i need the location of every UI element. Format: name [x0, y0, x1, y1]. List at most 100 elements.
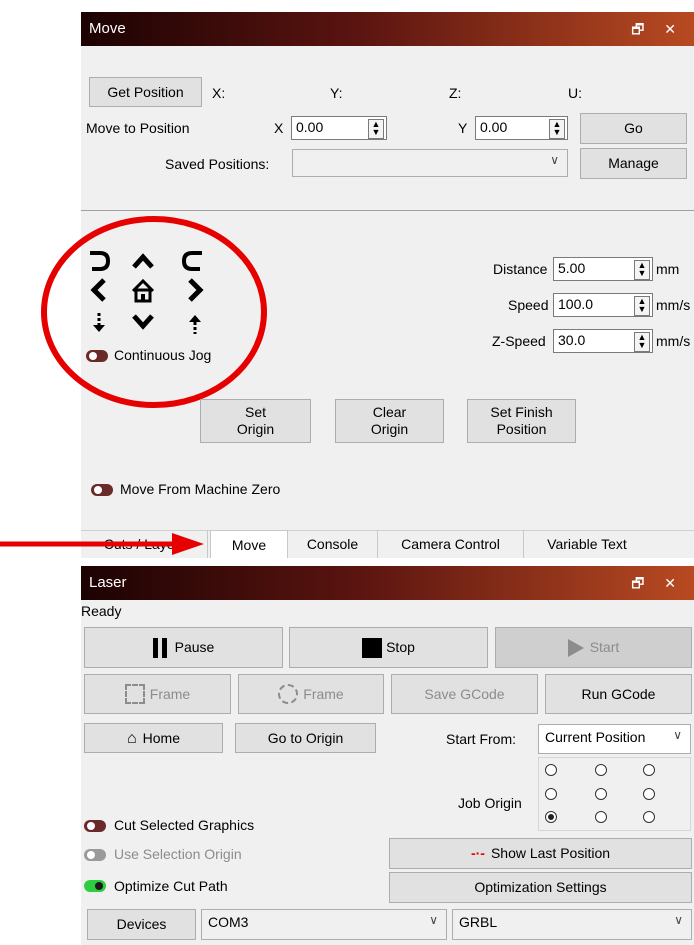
stop-label: Stop — [386, 639, 415, 655]
laser-panel-title: Laser — [89, 574, 127, 591]
speed-spin-icon[interactable]: ▲ ▼ — [634, 296, 650, 316]
distance-value: 5.00 — [558, 260, 586, 276]
stop-button[interactable]: Stop — [289, 627, 488, 668]
home-icon: ⌂ — [126, 729, 137, 747]
speed-value: 100.0 — [558, 296, 594, 312]
origin-radio[interactable] — [545, 764, 557, 776]
frame-button[interactable]: Frame — [84, 674, 231, 714]
saved-positions-select[interactable]: ∨ — [292, 149, 568, 177]
devices-button[interactable]: Devices — [87, 909, 196, 940]
panel-float-close-icons[interactable]: 🗗 ✕ — [631, 19, 684, 43]
start-from-value: Current Position — [545, 729, 646, 745]
frame-circle-label: Frame — [303, 685, 344, 702]
move-y-label: Y — [458, 120, 468, 136]
controller-value: GRBL — [459, 914, 498, 930]
move-panel-titlebar: Move 🗗 ✕ — [81, 12, 694, 46]
use-selection-origin-toggle[interactable] — [84, 849, 106, 861]
u-coord-label: U: — [568, 85, 582, 101]
start-from-label: Start From: — [446, 731, 517, 747]
pause-label: Pause — [174, 639, 215, 655]
move-x-value: 0.00 — [296, 119, 324, 135]
optimization-settings-button[interactable]: Optimization Settings — [389, 872, 692, 903]
move-y-input[interactable]: 0.00 ▲ ▼ — [475, 116, 568, 140]
zspeed-input[interactable]: 30.0 ▲ ▼ — [553, 329, 653, 353]
move-from-machine-zero-toggle[interactable] — [91, 484, 113, 496]
tab-variable-text[interactable]: Variable Text — [524, 530, 650, 558]
start-button[interactable]: Start — [495, 627, 692, 668]
job-origin-label: Job Origin — [458, 795, 522, 811]
speed-input[interactable]: 100.0 ▲ ▼ — [553, 293, 653, 317]
origin-radio[interactable] — [643, 788, 655, 800]
x-spin-icon[interactable]: ▲ ▼ — [368, 119, 384, 139]
start-from-select[interactable]: Current Position ∨ — [538, 724, 691, 754]
origin-radio[interactable] — [545, 788, 557, 800]
run-gcode-button[interactable]: Run GCode — [545, 674, 692, 714]
crosshair-icon: -·- — [470, 845, 485, 861]
save-gcode-button[interactable]: Save GCode — [391, 674, 538, 714]
frame-label: Frame — [149, 685, 191, 702]
zspeed-spin-icon[interactable]: ▲ ▼ — [634, 332, 650, 352]
cut-selected-graphics-toggle[interactable] — [84, 820, 106, 832]
speed-label: Speed — [508, 297, 549, 313]
set-finish-position-button[interactable]: Set Finish Position — [467, 399, 576, 443]
distance-unit: mm — [656, 261, 680, 277]
start-label: Start — [589, 639, 620, 655]
tab-console[interactable]: Console — [288, 530, 378, 558]
y-spin-icon[interactable]: ▲ ▼ — [549, 119, 565, 139]
move-y-value: 0.00 — [480, 119, 508, 135]
optimize-cut-path-label: Optimize Cut Path — [114, 878, 228, 894]
origin-radio[interactable] — [595, 811, 607, 823]
stop-icon — [362, 637, 383, 658]
home-button[interactable]: ⌂ Home — [84, 723, 223, 753]
tab-camera-control[interactable]: Camera Control — [378, 530, 524, 558]
move-panel-title: Move — [89, 20, 126, 37]
move-x-label: X — [274, 120, 284, 136]
status-text: Ready — [81, 603, 122, 619]
go-button[interactable]: Go — [580, 113, 687, 144]
show-last-position-button[interactable]: -·- Show Last Position — [389, 838, 692, 869]
zspeed-value: 30.0 — [558, 332, 586, 348]
origin-radio-selected[interactable] — [545, 811, 557, 823]
origin-radio[interactable] — [595, 788, 607, 800]
clear-origin-button[interactable]: Clear Origin — [335, 399, 444, 443]
laser-float-close-icons[interactable]: 🗗 ✕ — [631, 573, 684, 597]
origin-radio[interactable] — [643, 811, 655, 823]
chevron-down-icon: ∨ — [429, 913, 438, 927]
speed-unit: mm/s — [656, 297, 691, 313]
set-origin-button[interactable]: Set Origin — [200, 399, 311, 443]
optimize-cut-path-toggle[interactable] — [84, 880, 106, 892]
annotation-circle — [41, 216, 267, 408]
frame-circle-button[interactable]: Frame — [238, 674, 384, 714]
origin-radio[interactable] — [595, 764, 607, 776]
saved-positions-label: Saved Positions: — [165, 156, 270, 172]
distance-spin-icon[interactable]: ▲ ▼ — [634, 260, 650, 280]
home-label: Home — [142, 729, 181, 746]
distance-label: Distance — [493, 261, 548, 277]
y-coord-label: Y: — [330, 85, 343, 101]
annotation-arrow — [0, 533, 204, 555]
x-coord-label: X: — [212, 85, 226, 101]
frame-circle-icon — [278, 684, 299, 704]
distance-input[interactable]: 5.00 ▲ ▼ — [553, 257, 653, 281]
port-select[interactable]: COM3 ∨ — [201, 909, 447, 940]
controller-select[interactable]: GRBL ∨ — [452, 909, 692, 940]
go-to-origin-button[interactable]: Go to Origin — [235, 723, 376, 753]
origin-radio[interactable] — [643, 764, 655, 776]
pause-button[interactable]: Pause — [84, 627, 283, 668]
chevron-down-icon: ∨ — [550, 153, 559, 167]
frame-rect-icon — [124, 684, 145, 704]
port-value: COM3 — [208, 914, 249, 930]
move-from-machine-zero-label: Move From Machine Zero — [120, 481, 281, 497]
z-coord-label: Z: — [449, 85, 462, 101]
manage-button[interactable]: Manage — [580, 148, 687, 179]
get-position-button[interactable]: Get Position — [89, 77, 202, 107]
pause-icon — [152, 637, 158, 658]
job-origin-grid — [538, 757, 691, 831]
laser-panel-titlebar: Laser 🗗 ✕ — [81, 566, 694, 600]
move-x-input[interactable]: 0.00 ▲ ▼ — [291, 116, 387, 140]
cut-selected-graphics-label: Cut Selected Graphics — [114, 817, 255, 833]
play-icon — [567, 638, 584, 657]
tab-move[interactable]: Move — [210, 530, 288, 558]
chevron-down-icon: ∨ — [673, 728, 682, 742]
separator — [81, 210, 694, 211]
